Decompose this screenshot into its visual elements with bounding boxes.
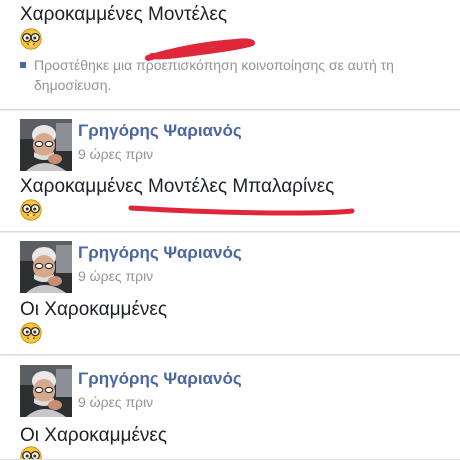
post-timestamp[interactable]: 9 ώρες πριν xyxy=(78,268,153,284)
nerd-glasses-emoji-icon xyxy=(20,446,42,460)
avatar[interactable] xyxy=(20,119,72,171)
note-bullet xyxy=(20,62,26,68)
post-timestamp[interactable]: 9 ώρες πριν xyxy=(78,394,153,410)
nerd-glasses-emoji-icon xyxy=(20,199,42,221)
avatar[interactable] xyxy=(20,365,72,417)
author-name-link[interactable]: Γρηγόρης Ψαριανός xyxy=(78,243,242,263)
post-timestamp[interactable]: 9 ώρες πριν xyxy=(78,146,153,162)
post-text: Χαροκαμμένες Μοντέλες Μπαλαρίνες xyxy=(20,176,335,197)
post-card: Γρηγόρης Ψαριανός 9 ώρες πριν Χαροκαμμέν… xyxy=(0,111,460,232)
post-text: Χαροκαμμένες Μοντέλες xyxy=(20,4,228,25)
post-card: Χαροκαμμένες Μοντέλες Προστέθηκε μια προ… xyxy=(0,0,460,110)
avatar[interactable] xyxy=(20,241,72,293)
nerd-glasses-emoji-icon xyxy=(20,28,42,50)
post-card: Γρηγόρης Ψαριανός 9 ώρες πριν Οι Χαροκαμ… xyxy=(0,356,460,460)
author-name-link[interactable]: Γρηγόρης Ψαριανός xyxy=(78,121,242,141)
post-text: Οι Χαροκαμμένες xyxy=(20,425,168,446)
post-text: Οι Χαροκαμμένες xyxy=(20,299,168,320)
author-name-link[interactable]: Γρηγόρης Ψαριανός xyxy=(78,369,242,389)
share-preview-note: Προστέθηκε μια προεπισκόπηση κοινοποίηση… xyxy=(34,57,394,93)
post-card: Γρηγόρης Ψαριανός 9 ώρες πριν Οι Χαροκαμ… xyxy=(0,233,460,355)
nerd-glasses-emoji-icon xyxy=(20,322,42,344)
